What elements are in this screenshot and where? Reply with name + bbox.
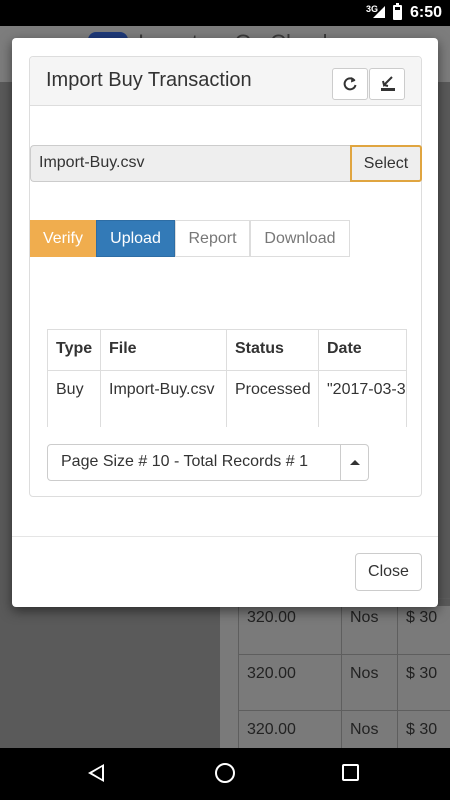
download-button[interactable] — [369, 68, 405, 100]
download-tab-button[interactable]: Download — [250, 220, 350, 257]
qty-cell: 320.00 — [239, 599, 342, 655]
table-row: 320.00 Nos $ 30 — [238, 654, 450, 711]
refresh-icon — [343, 77, 357, 91]
back-icon[interactable] — [88, 764, 104, 782]
cell-type: Buy — [48, 371, 101, 427]
select-file-button[interactable]: Select — [350, 145, 422, 182]
home-icon[interactable] — [215, 763, 235, 783]
cell-status: Processed — [227, 371, 319, 427]
footer-divider — [12, 536, 438, 537]
refresh-button[interactable] — [332, 68, 368, 100]
cell-file: Import-Buy.csv — [101, 371, 227, 427]
unit-cell: Nos — [342, 599, 398, 655]
recent-apps-icon[interactable] — [342, 764, 359, 781]
panel-header: Import Buy Transaction — [30, 57, 421, 106]
cell-date: "2017-03-3 — [319, 371, 407, 427]
signal-icon — [373, 6, 385, 18]
import-buy-modal: Import Buy Transaction Import-Buy.csv Se… — [12, 38, 438, 607]
price-cell: $ 30 — [398, 599, 450, 655]
column-header-type: Type — [48, 330, 101, 371]
battery-icon — [393, 3, 402, 20]
column-header-file: File — [101, 330, 227, 371]
import-results-table: Type File Status Date Buy Import-Buy.csv… — [47, 329, 407, 427]
page-size-select[interactable]: Page Size # 10 - Total Records # 1 — [47, 444, 341, 481]
verify-button[interactable]: Verify — [30, 220, 96, 257]
price-cell: $ 30 — [398, 655, 450, 711]
caret-up-icon[interactable] — [341, 444, 369, 481]
download-icon — [381, 76, 395, 91]
import-panel: Import Buy Transaction Import-Buy.csv Se… — [29, 56, 422, 497]
file-name-field[interactable]: Import-Buy.csv — [30, 145, 352, 182]
column-header-status: Status — [227, 330, 319, 371]
upload-button[interactable]: Upload — [96, 220, 175, 257]
status-bar: 3G 6:50 — [0, 0, 450, 26]
modal-title: Import Buy Transaction — [46, 69, 252, 91]
column-header-date: Date — [319, 330, 407, 371]
navigation-bar — [0, 748, 450, 800]
clock: 6:50 — [410, 4, 443, 21]
unit-cell: Nos — [342, 655, 398, 711]
qty-cell: 320.00 — [239, 655, 342, 711]
close-button[interactable]: Close — [355, 553, 422, 591]
report-button[interactable]: Report — [175, 220, 250, 257]
